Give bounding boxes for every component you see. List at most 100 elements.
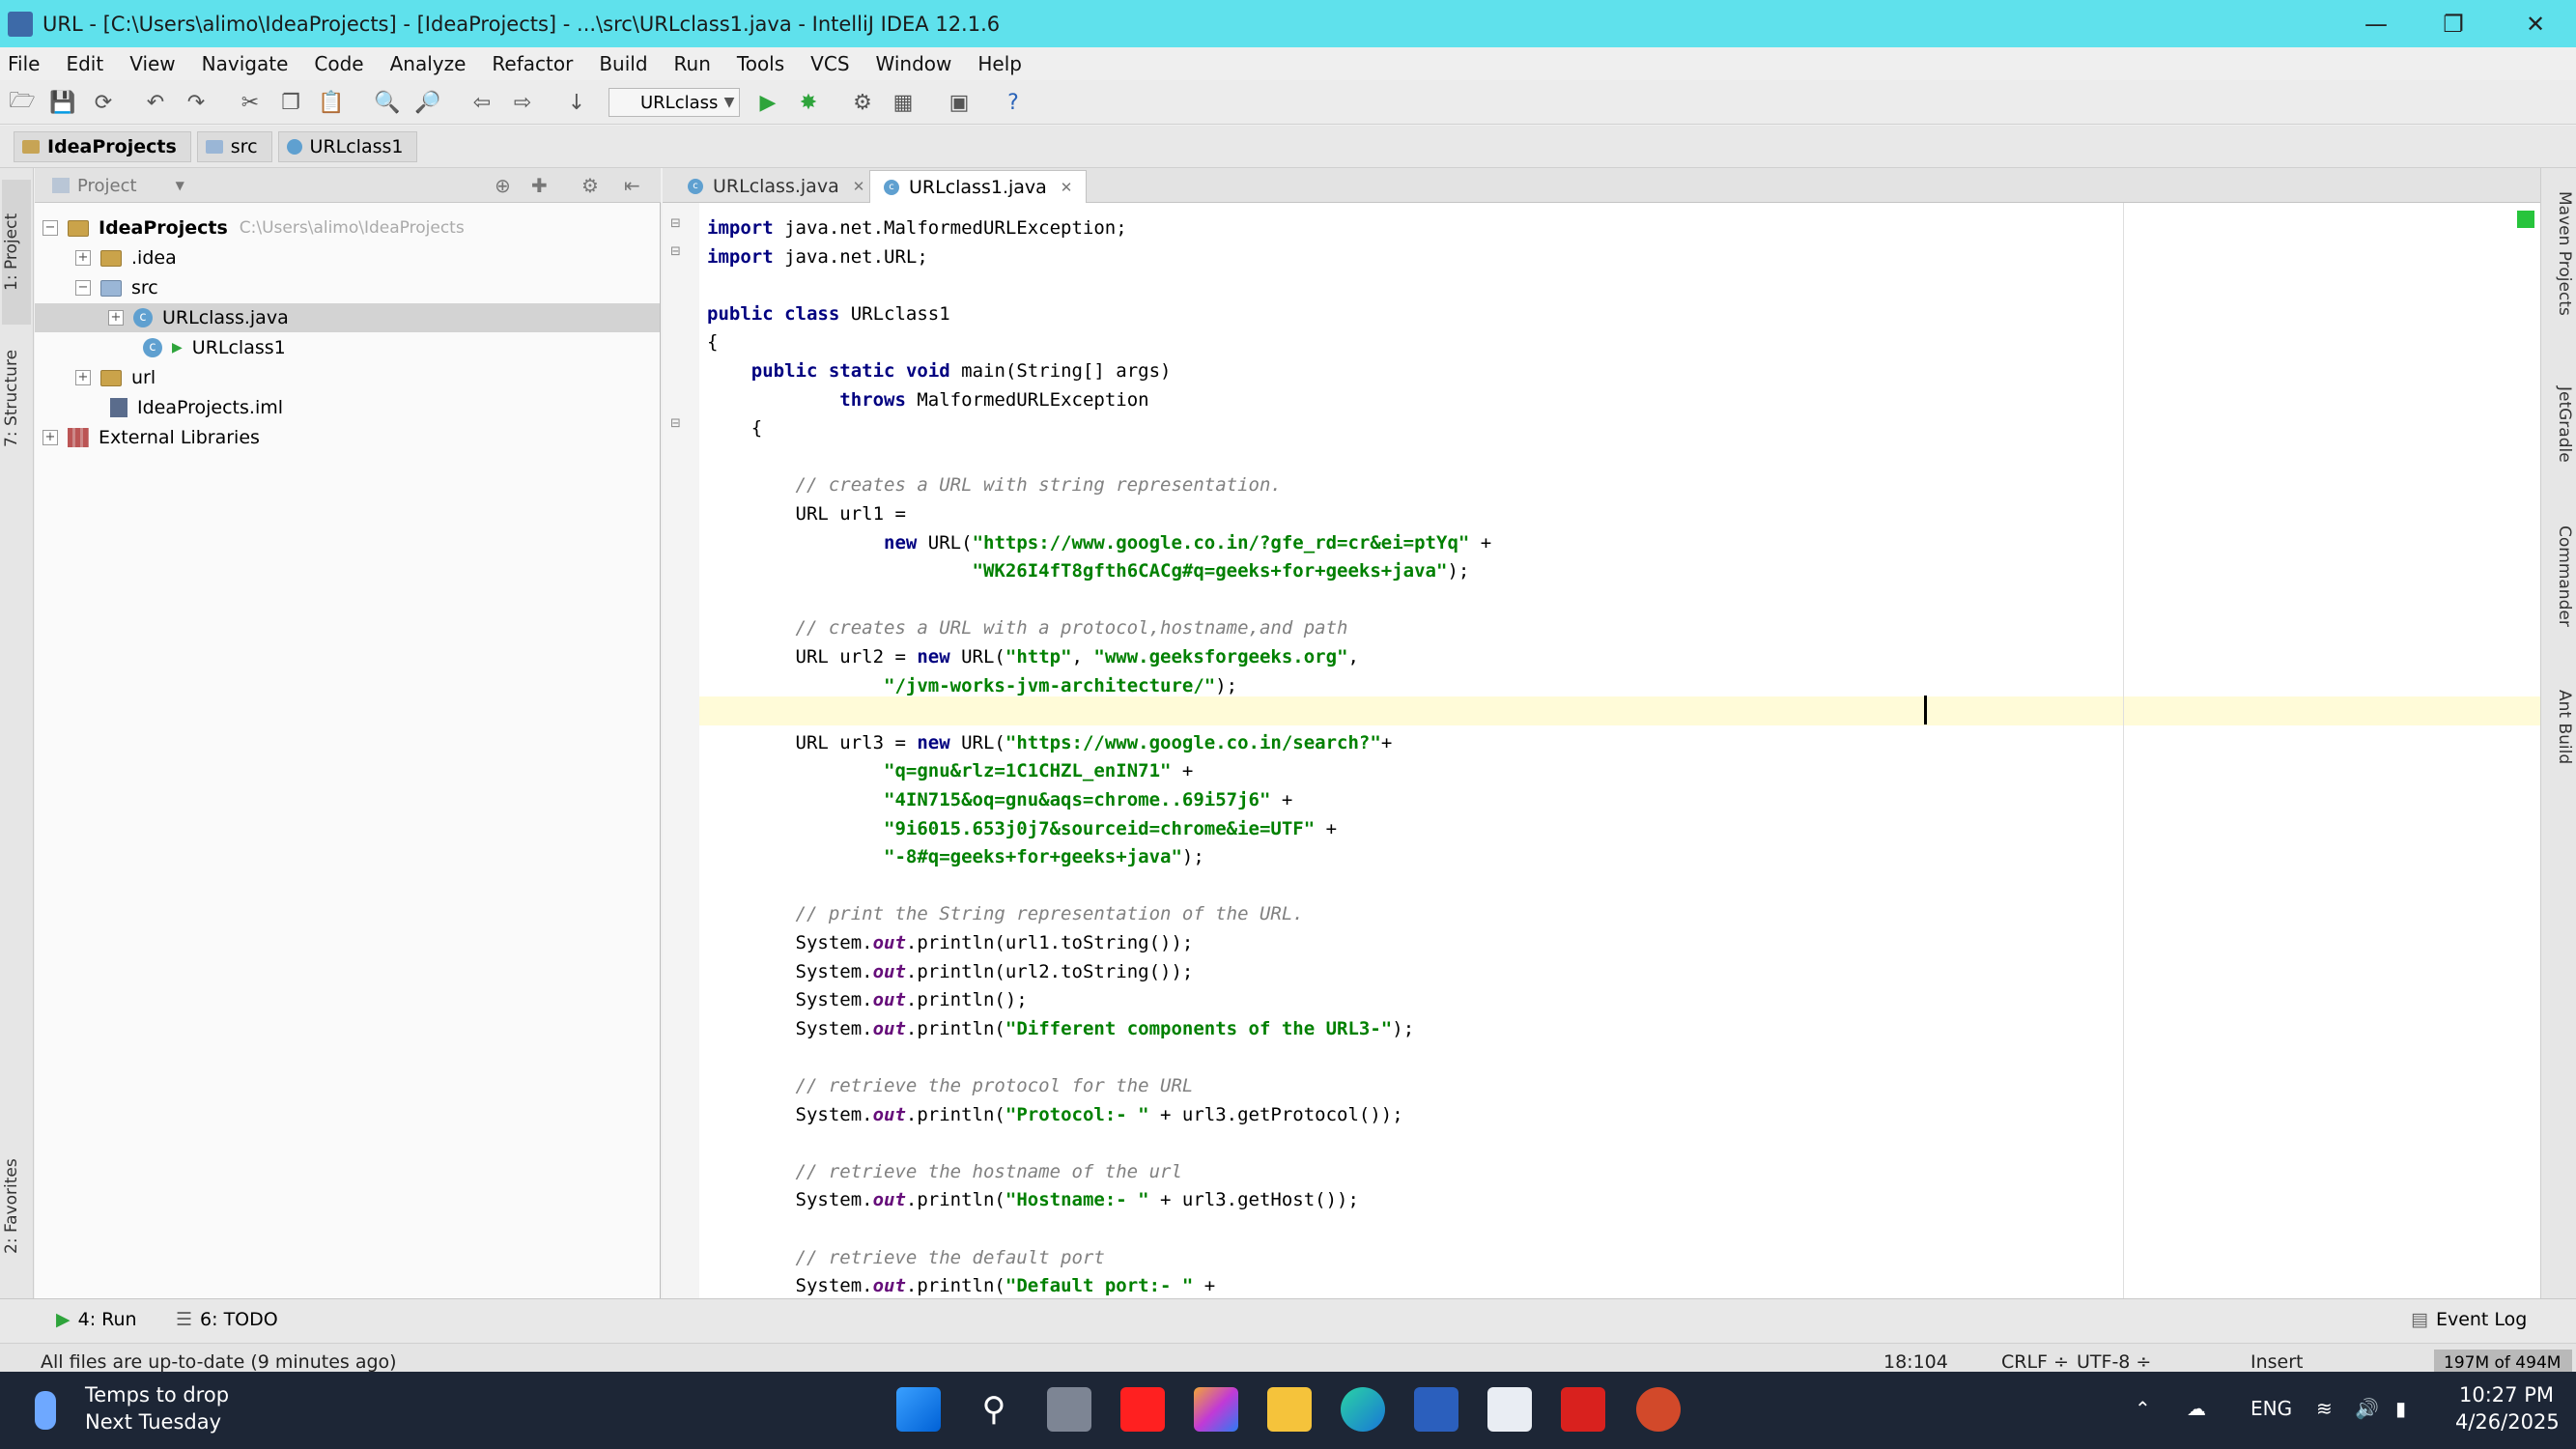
youtube-icon[interactable] bbox=[1120, 1387, 1165, 1432]
hide-panel-icon[interactable]: ⇤ bbox=[624, 174, 640, 197]
onedrive-icon[interactable]: ☁ bbox=[2187, 1397, 2206, 1420]
code-line: "WK26I4fT8gfth6CACg#q=geeks+for+geeks+ja… bbox=[972, 560, 1470, 582]
menu-navigate[interactable]: Navigate bbox=[202, 52, 289, 75]
maven-projects-tool-button[interactable]: Maven Projects bbox=[2545, 191, 2574, 355]
menu-vcs[interactable]: VCS bbox=[810, 52, 849, 75]
favorites-tool-button[interactable]: 2: Favorites bbox=[2, 1134, 31, 1279]
tree-item-url[interactable]: + url bbox=[75, 363, 156, 392]
tab-urlclass1-java[interactable]: c URLclass1.java ✕ bbox=[869, 170, 1088, 203]
folder-icon bbox=[68, 219, 89, 237]
tree-item-src[interactable]: − src bbox=[75, 273, 158, 302]
clock-date[interactable]: 4/26/2025 bbox=[2455, 1410, 2560, 1434]
insert-mode[interactable]: Insert bbox=[2250, 1351, 2304, 1373]
save-all-icon[interactable]: 💾 bbox=[49, 90, 75, 115]
collapse-all-icon[interactable]: ✚ bbox=[531, 174, 548, 197]
scroll-from-source-icon[interactable]: ⊕ bbox=[495, 174, 511, 197]
tree-item-ideaprojects[interactable]: − IdeaProjects C:\Users\alimo\IdeaProjec… bbox=[42, 213, 465, 242]
commander-tool-button[interactable]: Commander bbox=[2545, 526, 2574, 661]
breadcrumb-item[interactable]: URLclass1 bbox=[277, 130, 418, 162]
edge-icon[interactable] bbox=[1341, 1387, 1385, 1432]
expand-icon[interactable]: + bbox=[75, 370, 91, 385]
tab-urlclass-java[interactable]: c URLclass.java ✕ bbox=[674, 170, 878, 203]
menu-refactor[interactable]: Refactor bbox=[492, 52, 573, 75]
clock-time[interactable]: 10:27 PM bbox=[2459, 1383, 2554, 1406]
volume-icon[interactable]: 🔊 bbox=[2355, 1397, 2379, 1420]
menu-help[interactable]: Help bbox=[977, 52, 1022, 75]
todo-tool-button[interactable]: ☰ 6: TODO bbox=[176, 1309, 278, 1330]
menu-file[interactable]: File bbox=[8, 52, 40, 75]
find-icon[interactable]: 🔍 bbox=[374, 90, 400, 115]
close-icon[interactable]: ✕ bbox=[853, 178, 865, 195]
tree-item-iml[interactable]: IdeaProjects.iml bbox=[110, 393, 283, 422]
back-icon[interactable]: ⇦ bbox=[469, 90, 495, 115]
run-tool-button[interactable]: ▶ 4: Run bbox=[56, 1309, 137, 1330]
tree-item-urlclass-java[interactable]: + c URLclass.java bbox=[35, 303, 660, 332]
tree-item-idea[interactable]: + .idea bbox=[75, 243, 177, 272]
debug-icon[interactable]: ✸ bbox=[796, 90, 821, 115]
menu-tools[interactable]: Tools bbox=[737, 52, 784, 75]
sdk-icon[interactable]: ▣ bbox=[947, 90, 972, 115]
redo-icon[interactable]: ↷ bbox=[184, 90, 209, 115]
weather-subtitle[interactable]: Next Tuesday bbox=[85, 1410, 221, 1434]
collapse-icon[interactable]: − bbox=[42, 220, 58, 236]
store-icon[interactable] bbox=[1487, 1387, 1532, 1432]
project-view-select[interactable]: Project ▼ bbox=[52, 174, 226, 197]
language-indicator[interactable]: ENG bbox=[2250, 1397, 2292, 1420]
menu-window[interactable]: Window bbox=[876, 52, 952, 75]
task-view-icon[interactable] bbox=[1047, 1387, 1091, 1432]
structure-tool-button[interactable]: 7: Structure bbox=[2, 330, 31, 466]
menu-code[interactable]: Code bbox=[314, 52, 363, 75]
replace-icon[interactable]: 🔎 bbox=[414, 90, 440, 115]
synchronize-icon[interactable]: ⟳ bbox=[91, 90, 116, 115]
word-icon[interactable] bbox=[1414, 1387, 1458, 1432]
event-log-button[interactable]: ▤ Event Log bbox=[2411, 1309, 2527, 1330]
battery-icon[interactable]: ▮ bbox=[2395, 1397, 2406, 1420]
code-editor[interactable]: ⊟ ⊟ ⊟ import java.net.MalformedURLExcept… bbox=[663, 203, 2540, 1298]
cut-icon[interactable]: ✂ bbox=[238, 90, 263, 115]
menu-run[interactable]: Run bbox=[674, 52, 711, 75]
tree-item-urlclass1[interactable]: c ▶ URLclass1 bbox=[143, 333, 286, 362]
expand-icon[interactable]: + bbox=[75, 250, 91, 266]
breadcrumb-item[interactable]: src bbox=[196, 130, 272, 162]
run-icon[interactable]: ▶ bbox=[755, 90, 780, 115]
file-explorer-icon[interactable] bbox=[1267, 1387, 1312, 1432]
powerpoint-icon[interactable] bbox=[1636, 1387, 1681, 1432]
expand-icon[interactable]: + bbox=[42, 430, 58, 445]
line-separator-select[interactable]: CRLF ÷ bbox=[2001, 1351, 2069, 1373]
minimize-button[interactable]: — bbox=[2337, 0, 2415, 47]
expand-icon[interactable]: + bbox=[108, 310, 124, 326]
weather-title[interactable]: Temps to drop bbox=[85, 1383, 229, 1406]
wifi-icon[interactable]: ≋ bbox=[2316, 1397, 2333, 1420]
start-icon[interactable] bbox=[896, 1387, 941, 1432]
project-tool-button[interactable]: 1: Project bbox=[2, 180, 31, 325]
make-project-icon[interactable]: ↓ bbox=[564, 90, 589, 115]
undo-icon[interactable]: ↶ bbox=[143, 90, 168, 115]
menu-edit[interactable]: Edit bbox=[66, 52, 103, 75]
search-icon[interactable]: ⚲ bbox=[972, 1387, 1016, 1432]
encoding-select[interactable]: UTF-8 ÷ bbox=[2077, 1351, 2151, 1373]
collapse-icon[interactable]: − bbox=[75, 280, 91, 296]
restore-button[interactable]: ❐ bbox=[2415, 0, 2492, 47]
chevron-down-icon[interactable]: ▼ bbox=[717, 90, 742, 115]
breadcrumb-item[interactable]: IdeaProjects bbox=[14, 130, 191, 162]
copy-icon[interactable]: ❐ bbox=[278, 90, 303, 115]
help-icon[interactable]: ? bbox=[1001, 90, 1026, 115]
close-icon[interactable]: ✕ bbox=[1061, 179, 1073, 196]
paste-icon[interactable]: 📋 bbox=[318, 90, 344, 115]
close-button[interactable]: ✕ bbox=[2497, 0, 2574, 47]
settings-icon[interactable]: ⚙ bbox=[850, 90, 875, 115]
copilot-icon[interactable] bbox=[1194, 1387, 1238, 1432]
gear-icon[interactable]: ⚙ bbox=[581, 174, 599, 197]
acrobat-icon[interactable] bbox=[1561, 1387, 1605, 1432]
jetgradle-tool-button[interactable]: JetGradle bbox=[2545, 386, 2574, 512]
ant-build-tool-button[interactable]: Ant Build bbox=[2545, 690, 2574, 806]
chevron-up-icon[interactable]: ⌃ bbox=[2135, 1397, 2151, 1420]
project-structure-icon[interactable]: ▦ bbox=[891, 90, 916, 115]
menu-view[interactable]: View bbox=[129, 52, 175, 75]
forward-icon[interactable]: ⇨ bbox=[510, 90, 535, 115]
open-folder-icon[interactable]: 🗁 bbox=[9, 89, 35, 115]
menu-build[interactable]: Build bbox=[599, 52, 647, 75]
caret-position[interactable]: 18:104 bbox=[1883, 1351, 1948, 1373]
menu-analyze[interactable]: Analyze bbox=[390, 52, 467, 75]
tree-item-external-libraries[interactable]: + External Libraries bbox=[42, 423, 260, 452]
